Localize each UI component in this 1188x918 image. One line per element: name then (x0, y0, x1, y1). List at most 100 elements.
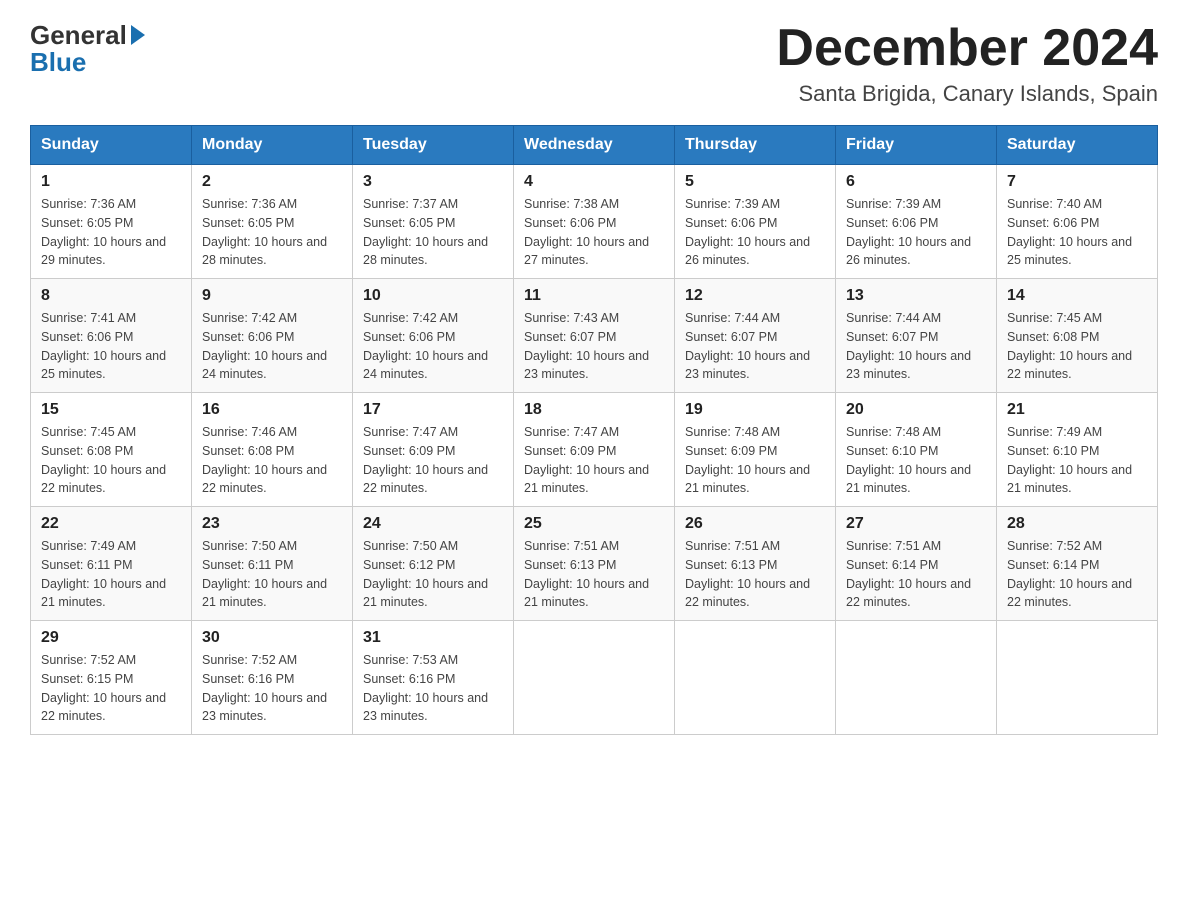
header-thursday: Thursday (675, 126, 836, 165)
day-info: Sunrise: 7:51 AMSunset: 6:13 PMDaylight:… (685, 537, 825, 612)
day-number: 18 (524, 401, 664, 419)
day-number: 14 (1007, 287, 1147, 305)
table-row: 8 Sunrise: 7:41 AMSunset: 6:06 PMDayligh… (31, 279, 192, 393)
day-number: 21 (1007, 401, 1147, 419)
table-row: 5 Sunrise: 7:39 AMSunset: 6:06 PMDayligh… (675, 165, 836, 279)
table-row (514, 621, 675, 735)
day-number: 20 (846, 401, 986, 419)
day-info: Sunrise: 7:39 AMSunset: 6:06 PMDaylight:… (685, 195, 825, 270)
day-info: Sunrise: 7:46 AMSunset: 6:08 PMDaylight:… (202, 423, 342, 498)
header-saturday: Saturday (997, 126, 1158, 165)
day-number: 4 (524, 173, 664, 191)
day-number: 10 (363, 287, 503, 305)
day-number: 12 (685, 287, 825, 305)
table-row: 29 Sunrise: 7:52 AMSunset: 6:15 PMDaylig… (31, 621, 192, 735)
day-info: Sunrise: 7:53 AMSunset: 6:16 PMDaylight:… (363, 651, 503, 726)
day-number: 23 (202, 515, 342, 533)
day-info: Sunrise: 7:38 AMSunset: 6:06 PMDaylight:… (524, 195, 664, 270)
table-row: 23 Sunrise: 7:50 AMSunset: 6:11 PMDaylig… (192, 507, 353, 621)
day-info: Sunrise: 7:45 AMSunset: 6:08 PMDaylight:… (41, 423, 181, 498)
day-number: 25 (524, 515, 664, 533)
calendar-week-row: 29 Sunrise: 7:52 AMSunset: 6:15 PMDaylig… (31, 621, 1158, 735)
day-number: 19 (685, 401, 825, 419)
day-number: 31 (363, 629, 503, 647)
day-info: Sunrise: 7:41 AMSunset: 6:06 PMDaylight:… (41, 309, 181, 384)
table-row: 4 Sunrise: 7:38 AMSunset: 6:06 PMDayligh… (514, 165, 675, 279)
table-row: 24 Sunrise: 7:50 AMSunset: 6:12 PMDaylig… (353, 507, 514, 621)
day-number: 29 (41, 629, 181, 647)
header-sunday: Sunday (31, 126, 192, 165)
day-info: Sunrise: 7:47 AMSunset: 6:09 PMDaylight:… (524, 423, 664, 498)
day-info: Sunrise: 7:51 AMSunset: 6:13 PMDaylight:… (524, 537, 664, 612)
day-number: 15 (41, 401, 181, 419)
table-row: 18 Sunrise: 7:47 AMSunset: 6:09 PMDaylig… (514, 393, 675, 507)
day-info: Sunrise: 7:43 AMSunset: 6:07 PMDaylight:… (524, 309, 664, 384)
calendar-header-row: Sunday Monday Tuesday Wednesday Thursday… (31, 126, 1158, 165)
day-info: Sunrise: 7:42 AMSunset: 6:06 PMDaylight:… (363, 309, 503, 384)
table-row: 16 Sunrise: 7:46 AMSunset: 6:08 PMDaylig… (192, 393, 353, 507)
day-info: Sunrise: 7:52 AMSunset: 6:14 PMDaylight:… (1007, 537, 1147, 612)
day-info: Sunrise: 7:37 AMSunset: 6:05 PMDaylight:… (363, 195, 503, 270)
table-row: 2 Sunrise: 7:36 AMSunset: 6:05 PMDayligh… (192, 165, 353, 279)
table-row: 28 Sunrise: 7:52 AMSunset: 6:14 PMDaylig… (997, 507, 1158, 621)
table-row (836, 621, 997, 735)
table-row (675, 621, 836, 735)
day-info: Sunrise: 7:49 AMSunset: 6:10 PMDaylight:… (1007, 423, 1147, 498)
day-info: Sunrise: 7:42 AMSunset: 6:06 PMDaylight:… (202, 309, 342, 384)
header-friday: Friday (836, 126, 997, 165)
table-row (997, 621, 1158, 735)
page-header: General Blue December 2024 Santa Brigida… (30, 20, 1158, 107)
table-row: 7 Sunrise: 7:40 AMSunset: 6:06 PMDayligh… (997, 165, 1158, 279)
table-row: 17 Sunrise: 7:47 AMSunset: 6:09 PMDaylig… (353, 393, 514, 507)
table-row: 3 Sunrise: 7:37 AMSunset: 6:05 PMDayligh… (353, 165, 514, 279)
day-number: 13 (846, 287, 986, 305)
header-monday: Monday (192, 126, 353, 165)
day-number: 1 (41, 173, 181, 191)
day-number: 8 (41, 287, 181, 305)
day-info: Sunrise: 7:44 AMSunset: 6:07 PMDaylight:… (846, 309, 986, 384)
day-info: Sunrise: 7:48 AMSunset: 6:10 PMDaylight:… (846, 423, 986, 498)
logo-blue-text: Blue (30, 47, 86, 78)
calendar-week-row: 1 Sunrise: 7:36 AMSunset: 6:05 PMDayligh… (31, 165, 1158, 279)
day-number: 5 (685, 173, 825, 191)
table-row: 11 Sunrise: 7:43 AMSunset: 6:07 PMDaylig… (514, 279, 675, 393)
day-number: 9 (202, 287, 342, 305)
day-number: 11 (524, 287, 664, 305)
table-row: 25 Sunrise: 7:51 AMSunset: 6:13 PMDaylig… (514, 507, 675, 621)
table-row: 26 Sunrise: 7:51 AMSunset: 6:13 PMDaylig… (675, 507, 836, 621)
table-row: 6 Sunrise: 7:39 AMSunset: 6:06 PMDayligh… (836, 165, 997, 279)
day-number: 2 (202, 173, 342, 191)
day-info: Sunrise: 7:51 AMSunset: 6:14 PMDaylight:… (846, 537, 986, 612)
table-row: 14 Sunrise: 7:45 AMSunset: 6:08 PMDaylig… (997, 279, 1158, 393)
calendar-week-row: 15 Sunrise: 7:45 AMSunset: 6:08 PMDaylig… (31, 393, 1158, 507)
day-number: 3 (363, 173, 503, 191)
table-row: 9 Sunrise: 7:42 AMSunset: 6:06 PMDayligh… (192, 279, 353, 393)
month-title: December 2024 (776, 20, 1158, 77)
table-row: 15 Sunrise: 7:45 AMSunset: 6:08 PMDaylig… (31, 393, 192, 507)
day-info: Sunrise: 7:50 AMSunset: 6:11 PMDaylight:… (202, 537, 342, 612)
day-number: 24 (363, 515, 503, 533)
day-number: 7 (1007, 173, 1147, 191)
header-wednesday: Wednesday (514, 126, 675, 165)
day-number: 16 (202, 401, 342, 419)
day-info: Sunrise: 7:44 AMSunset: 6:07 PMDaylight:… (685, 309, 825, 384)
logo-arrow-icon (131, 25, 145, 45)
day-number: 26 (685, 515, 825, 533)
day-info: Sunrise: 7:47 AMSunset: 6:09 PMDaylight:… (363, 423, 503, 498)
day-number: 27 (846, 515, 986, 533)
calendar-week-row: 8 Sunrise: 7:41 AMSunset: 6:06 PMDayligh… (31, 279, 1158, 393)
header-tuesday: Tuesday (353, 126, 514, 165)
title-block: December 2024 Santa Brigida, Canary Isla… (776, 20, 1158, 107)
table-row: 13 Sunrise: 7:44 AMSunset: 6:07 PMDaylig… (836, 279, 997, 393)
table-row: 19 Sunrise: 7:48 AMSunset: 6:09 PMDaylig… (675, 393, 836, 507)
day-info: Sunrise: 7:40 AMSunset: 6:06 PMDaylight:… (1007, 195, 1147, 270)
table-row: 22 Sunrise: 7:49 AMSunset: 6:11 PMDaylig… (31, 507, 192, 621)
table-row: 21 Sunrise: 7:49 AMSunset: 6:10 PMDaylig… (997, 393, 1158, 507)
day-info: Sunrise: 7:36 AMSunset: 6:05 PMDaylight:… (202, 195, 342, 270)
table-row: 27 Sunrise: 7:51 AMSunset: 6:14 PMDaylig… (836, 507, 997, 621)
calendar-week-row: 22 Sunrise: 7:49 AMSunset: 6:11 PMDaylig… (31, 507, 1158, 621)
table-row: 1 Sunrise: 7:36 AMSunset: 6:05 PMDayligh… (31, 165, 192, 279)
day-number: 22 (41, 515, 181, 533)
logo: General Blue (30, 20, 145, 78)
day-info: Sunrise: 7:49 AMSunset: 6:11 PMDaylight:… (41, 537, 181, 612)
